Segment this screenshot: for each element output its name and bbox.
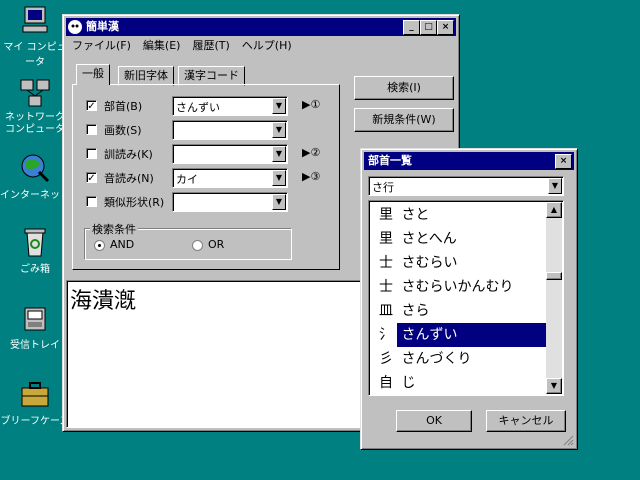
- radical-checkbox[interactable]: ✓: [86, 100, 97, 112]
- chevron-down-icon[interactable]: ▼: [272, 170, 286, 186]
- desktop-icon-label: 受信トレイ: [10, 340, 60, 351]
- on-reading-label: 音読み(N): [104, 172, 154, 185]
- or-label: OR: [208, 238, 225, 251]
- radical-combo[interactable]: さんずい ▼: [172, 96, 288, 116]
- and-radio[interactable]: [94, 240, 105, 251]
- chevron-down-icon[interactable]: ▼: [272, 194, 286, 210]
- kun-reading-ref: ▶②: [302, 146, 321, 159]
- or-radio[interactable]: [192, 240, 203, 251]
- scroll-down-icon[interactable]: ▼: [546, 378, 562, 394]
- on-reading-combo[interactable]: カイ ▼: [172, 168, 288, 188]
- on-reading-checkbox[interactable]: ✓: [86, 172, 97, 184]
- list-scrollbar[interactable]: ▲ ▼: [546, 202, 562, 394]
- chevron-down-icon[interactable]: ▼: [548, 178, 562, 194]
- search-button[interactable]: 検索(I): [354, 76, 454, 100]
- list-item[interactable]: 里 さと: [375, 203, 551, 227]
- menu-edit[interactable]: 編集(E): [137, 37, 187, 55]
- desktop-icon-label: ごみ箱: [20, 264, 50, 275]
- inbox-icon: [19, 302, 51, 334]
- new-condition-button[interactable]: 新規条件(W): [354, 108, 454, 132]
- window-title: 簡単漢: [86, 20, 119, 33]
- dialog-title: 部首一覧: [368, 154, 412, 167]
- desktop-icon-label: マイ コンピュータ: [3, 42, 67, 68]
- radical-group-combo[interactable]: さ行 ▼: [368, 176, 564, 196]
- scroll-thumb[interactable]: [546, 272, 562, 280]
- tab-old-new-forms[interactable]: 新旧字体: [118, 66, 174, 86]
- chevron-down-icon[interactable]: ▼: [272, 98, 286, 114]
- kun-reading-combo[interactable]: ▼: [172, 144, 288, 164]
- menu-help[interactable]: ヘルプ(H): [236, 37, 298, 55]
- stroke-count-checkbox[interactable]: [86, 124, 97, 135]
- close-button[interactable]: ×: [555, 154, 572, 169]
- radical-dialog-titlebar[interactable]: 部首一覧 ×: [364, 152, 574, 170]
- desktop-icon-recycle-bin[interactable]: ごみ箱: [0, 226, 70, 275]
- similar-shape-label: 類似形状(R): [104, 196, 165, 209]
- search-condition-title: 検索条件: [90, 221, 138, 237]
- app-icon: [68, 20, 82, 34]
- chevron-down-icon[interactable]: ▼: [272, 146, 286, 162]
- stroke-count-label: 画数(S): [104, 124, 142, 137]
- on-reading-ref: ▶③: [302, 170, 321, 183]
- main-window-titlebar[interactable]: 簡単漢 _ □ ×: [66, 18, 456, 36]
- and-label: AND: [110, 238, 135, 251]
- ok-button[interactable]: OK: [396, 410, 472, 432]
- minimize-button[interactable]: _: [403, 20, 420, 35]
- radical-combo-value: さんずい: [176, 101, 220, 114]
- computer-icon: [19, 4, 51, 36]
- desktop-icon-label: ネットワーク コンピュータ: [5, 112, 65, 135]
- desktop-icon-briefcase[interactable]: ブリーフケース: [0, 378, 70, 427]
- on-reading-combo-value: カイ: [176, 173, 198, 186]
- list-item[interactable]: 彡 さんづくり: [375, 347, 551, 371]
- close-button[interactable]: ×: [437, 20, 454, 35]
- menu-bar: ファイル(F) 編集(E) 履歴(T) ヘルプ(H): [66, 37, 456, 55]
- kun-reading-checkbox[interactable]: [86, 148, 97, 159]
- kun-reading-label: 訓読み(K): [104, 148, 153, 161]
- list-item-selected[interactable]: 氵 さんずい: [375, 323, 551, 347]
- stroke-count-combo[interactable]: ▼: [172, 120, 288, 140]
- radical-ref: ▶①: [302, 98, 321, 111]
- globe-icon: [19, 152, 51, 184]
- radical-list[interactable]: 里 さと 里 さとへん 士 さむらい 士 さむらいかんむり 皿 さら 氵 さんず…: [368, 200, 564, 396]
- briefcase-icon: [19, 378, 51, 410]
- menu-file[interactable]: ファイル(F): [66, 37, 137, 55]
- list-item[interactable]: 皿 さら: [375, 299, 551, 323]
- radical-group-value: さ行: [372, 181, 394, 194]
- desktop-icon-internet[interactable]: インターネット: [0, 152, 70, 201]
- desktop-icon-inbox[interactable]: 受信トレイ: [0, 302, 70, 351]
- network-icon: [19, 78, 51, 110]
- list-item[interactable]: 里 さとへん: [375, 227, 551, 251]
- radical-label: 部首(B): [104, 100, 143, 113]
- similar-shape-combo[interactable]: ▼: [172, 192, 288, 212]
- desktop-icon-network[interactable]: ネットワーク コンピュータ: [0, 78, 70, 136]
- desktop-icon-label: ブリーフケース: [0, 416, 70, 427]
- desktop-icon-my-computer[interactable]: マイ コンピュータ: [0, 4, 70, 68]
- recycle-bin-icon: [19, 226, 51, 258]
- similar-shape-checkbox[interactable]: [86, 196, 97, 207]
- list-item[interactable]: 自 じ: [375, 371, 551, 395]
- menu-history[interactable]: 履歴(T): [186, 37, 235, 55]
- resize-grip[interactable]: [562, 434, 574, 446]
- maximize-button[interactable]: □: [420, 20, 437, 35]
- list-item[interactable]: 士 さむらい: [375, 251, 551, 275]
- tab-general[interactable]: 一般: [76, 64, 110, 85]
- scroll-up-icon[interactable]: ▲: [546, 202, 562, 218]
- cancel-button[interactable]: キャンセル: [486, 410, 566, 432]
- tab-kanji-code[interactable]: 漢字コード: [178, 66, 245, 86]
- result-text: 海潰漑: [70, 289, 137, 314]
- desktop-icon-label: インターネット: [0, 190, 70, 201]
- chevron-down-icon[interactable]: ▼: [272, 122, 286, 138]
- list-item[interactable]: 士 さむらいかんむり: [375, 275, 551, 299]
